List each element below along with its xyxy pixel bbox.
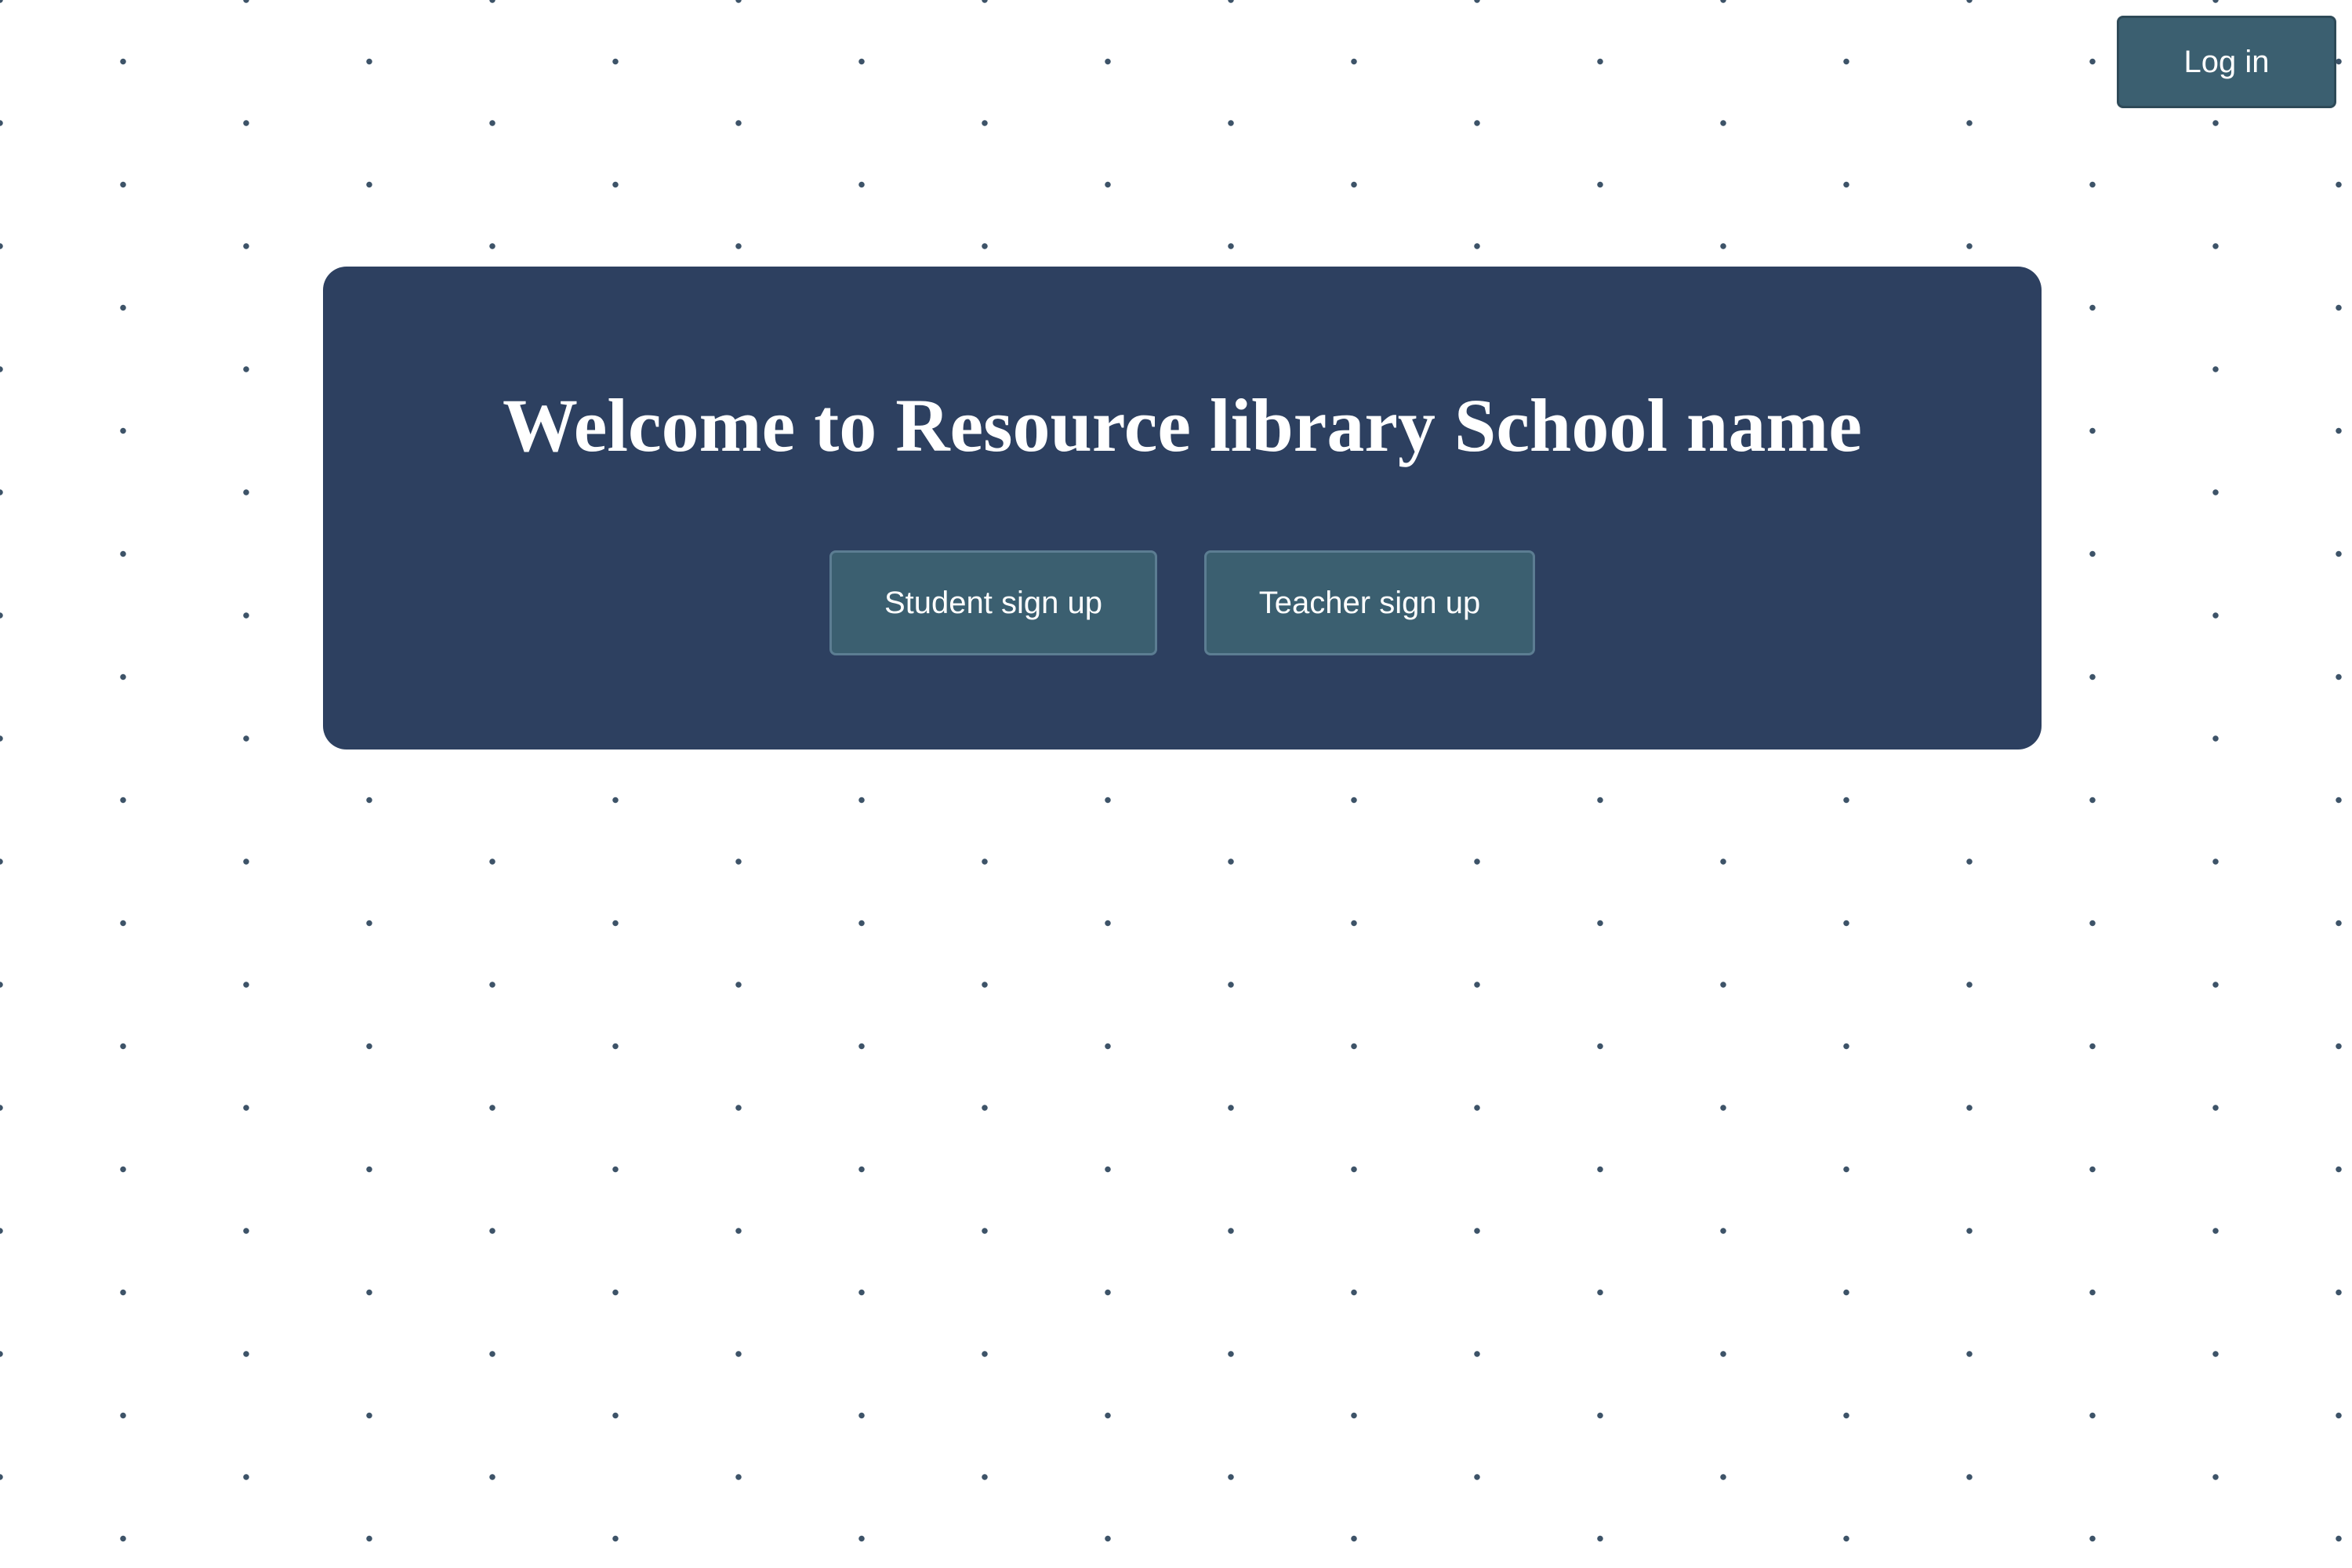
dotted-background [0, 0, 2352, 1568]
page-title: Welcome to Resource library School name [503, 383, 1862, 467]
login-button[interactable]: Log in [2117, 16, 2336, 108]
signup-buttons: Student sign up Teacher sign up [323, 550, 2042, 655]
teacher-signup-button[interactable]: Teacher sign up [1204, 550, 1535, 655]
welcome-panel: Welcome to Resource library School name … [323, 267, 2042, 750]
student-signup-button[interactable]: Student sign up [829, 550, 1157, 655]
